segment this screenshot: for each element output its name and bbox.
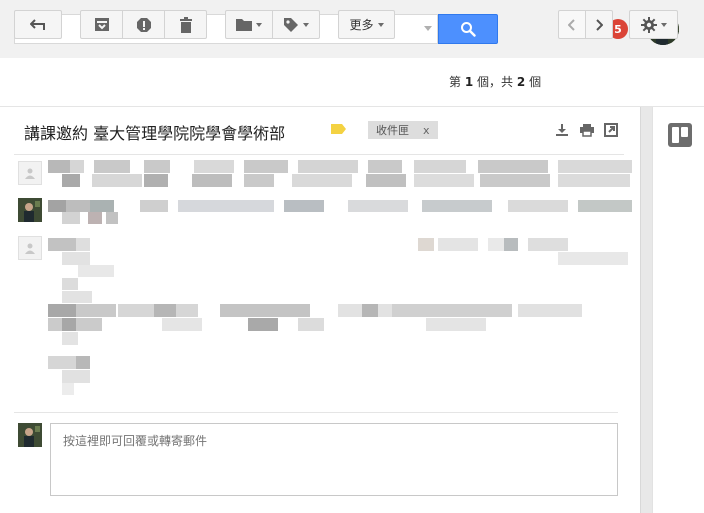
gear-icon bbox=[640, 16, 657, 33]
trash-icon bbox=[179, 16, 192, 33]
redacted-message-content bbox=[48, 200, 632, 224]
thread-subject: 講課邀約 臺大管理學院院學會學術部 bbox=[24, 124, 286, 143]
sender-avatar-placeholder bbox=[18, 236, 42, 260]
toolbar bbox=[0, 58, 704, 107]
pager-suffix: 個 bbox=[529, 75, 542, 89]
side-panel bbox=[652, 107, 704, 513]
chevron-right-icon bbox=[596, 18, 603, 31]
search-button[interactable] bbox=[438, 14, 498, 44]
sender-avatar-placeholder bbox=[18, 161, 42, 185]
collapsed-message-row[interactable] bbox=[48, 160, 632, 188]
pager-prefix: 第 bbox=[449, 75, 462, 89]
person-icon bbox=[25, 243, 35, 254]
newer-button[interactable] bbox=[558, 10, 586, 39]
chevron-down-icon bbox=[377, 22, 384, 27]
report-spam-icon bbox=[136, 17, 151, 32]
redacted-message-content bbox=[48, 160, 632, 187]
back-button[interactable] bbox=[14, 10, 62, 39]
person-icon bbox=[25, 168, 35, 179]
pagination-text: 第 1 個，共 2 個 bbox=[449, 73, 541, 90]
divider bbox=[14, 412, 618, 413]
more-button-label: 更多 bbox=[349, 18, 374, 32]
current-user-avatar bbox=[18, 423, 42, 447]
inbox-label-text: 收件匣 bbox=[376, 124, 409, 137]
pager-nav-group bbox=[558, 10, 613, 39]
reply-box[interactable] bbox=[50, 423, 618, 496]
back-arrow-icon bbox=[30, 18, 45, 30]
reply-input[interactable] bbox=[51, 424, 617, 495]
redacted-message-content bbox=[48, 238, 628, 395]
sender-avatar bbox=[18, 198, 42, 222]
open-in-new-window-icon[interactable] bbox=[604, 123, 618, 137]
more-button[interactable]: 更多 bbox=[338, 10, 395, 39]
search-icon bbox=[461, 22, 476, 37]
older-button[interactable] bbox=[585, 10, 613, 39]
pager-total: 2 bbox=[516, 75, 526, 89]
expanded-message-body bbox=[48, 236, 632, 402]
move-to-button[interactable] bbox=[225, 10, 273, 39]
organize-button-group bbox=[225, 10, 320, 39]
action-button-group bbox=[80, 10, 207, 39]
chevron-down-icon bbox=[256, 22, 262, 27]
labels-button[interactable] bbox=[272, 10, 320, 39]
search-options-caret-icon[interactable] bbox=[424, 26, 432, 31]
archive-button[interactable] bbox=[80, 10, 123, 39]
label-icon bbox=[284, 17, 298, 32]
remove-label-button[interactable]: x bbox=[423, 124, 430, 137]
settings-button[interactable] bbox=[629, 10, 678, 39]
report-spam-button[interactable] bbox=[122, 10, 165, 39]
folder-icon bbox=[236, 19, 252, 31]
divider bbox=[14, 154, 624, 155]
pager-separator: 個，共 bbox=[477, 75, 514, 89]
inbox-label-chip: 收件匣 x bbox=[368, 121, 438, 139]
important-marker-icon[interactable] bbox=[331, 124, 346, 134]
delete-button[interactable] bbox=[164, 10, 207, 39]
chevron-down-icon bbox=[303, 22, 309, 27]
collapsed-message-row[interactable] bbox=[48, 198, 632, 226]
chevron-down-icon bbox=[660, 22, 667, 27]
archive-icon bbox=[94, 18, 109, 31]
scrollbar[interactable] bbox=[640, 107, 652, 513]
chevron-left-icon bbox=[568, 18, 575, 31]
expand-all-icon[interactable] bbox=[555, 123, 569, 137]
trello-icon[interactable] bbox=[668, 123, 692, 147]
pager-current: 1 bbox=[464, 75, 474, 89]
print-icon[interactable] bbox=[580, 123, 594, 137]
